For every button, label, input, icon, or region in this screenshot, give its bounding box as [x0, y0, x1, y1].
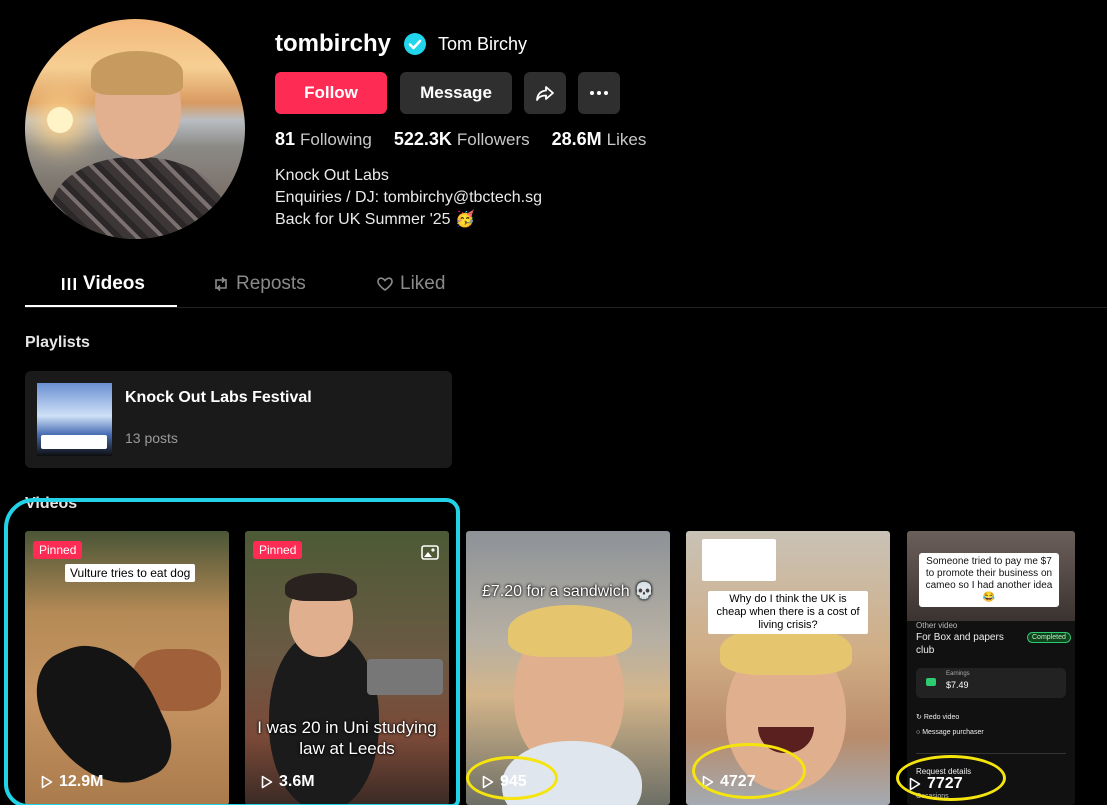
play-icon [41, 775, 53, 789]
grid-icon [62, 278, 76, 290]
occasions-label: Occasions [916, 793, 949, 800]
pinned-badge: Pinned [253, 541, 303, 559]
display-name: Tom Birchy [438, 34, 528, 54]
thumbnail-caption [41, 435, 107, 449]
avatar-hair [91, 51, 183, 95]
video-card[interactable]: Pinned I was 20 in Uni studying law at L… [245, 531, 449, 805]
play-count: 12.9M [41, 773, 103, 791]
divider [916, 753, 1066, 754]
earnings-box: Earnings $7.49 [916, 668, 1066, 698]
video-caption: I was 20 in Uni studying law at Leeds [257, 718, 437, 758]
play-icon [702, 775, 714, 789]
stat-label: Likes [606, 130, 647, 149]
profile-avatar[interactable] [25, 19, 245, 239]
play-icon [909, 777, 921, 791]
money-icon [926, 678, 936, 686]
share-button[interactable] [524, 72, 566, 114]
photo-icon [421, 545, 439, 560]
tab-label: Reposts [236, 273, 306, 294]
stat-followers[interactable]: 522.3K Followers [394, 129, 530, 150]
verified-badge-icon [404, 33, 426, 55]
play-count: 945 [482, 773, 527, 791]
video-card[interactable]: £7.20 for a sandwich 💀 945 [466, 531, 670, 805]
video-card[interactable]: Pinned Vulture tries to eat dog 12.9M [25, 531, 229, 805]
tab-reposts[interactable]: Reposts [212, 273, 306, 295]
follow-button[interactable]: Follow [275, 72, 387, 114]
tab-label: Videos [83, 273, 145, 294]
playlist-title: Knock Out Labs Festival [125, 389, 312, 406]
video-card[interactable]: Someone tried to pay me $7 to promote th… [907, 531, 1075, 805]
profile-bio: Knock Out Labs Enquiries / DJ: tombirchy… [275, 165, 542, 231]
video-title: For Box and papers club [916, 632, 1004, 656]
stat-value: 81 [275, 129, 296, 149]
playlist-post-count: 13 posts [125, 430, 178, 446]
more-options-button[interactable] [578, 72, 620, 114]
playlist-thumbnail [37, 383, 112, 456]
thumbnail-hair [508, 605, 632, 657]
play-count-value: 12.9M [59, 773, 104, 790]
video-caption: £7.20 for a sandwich 💀 [481, 583, 654, 600]
play-count-value: 4727 [720, 773, 756, 790]
message-button[interactable]: Message [400, 72, 512, 114]
completed-badge: Completed [1027, 632, 1071, 643]
stat-value: 522.3K [393, 129, 452, 149]
other-video-label: Other video [916, 621, 958, 630]
thumbnail-hair [285, 573, 357, 601]
stat-likes: 28.6M Likes [552, 129, 647, 150]
avatar-shirt [51, 157, 223, 239]
videos-heading: Videos [25, 495, 78, 512]
video-caption: Why do I think the UK is cheap when ther… [708, 591, 868, 634]
playlist-card[interactable]: Knock Out Labs Festival 13 posts [25, 371, 452, 468]
stat-following[interactable]: 81 Following [275, 129, 372, 150]
video-card[interactable]: Why do I think the UK is cheap when ther… [686, 531, 890, 805]
stat-label: Followers [456, 130, 530, 149]
play-count: 3.6M [261, 773, 315, 791]
play-count-value: 3.6M [279, 773, 315, 790]
play-count: 4727 [702, 773, 756, 791]
profile-stats: 81 Following 522.3K Followers 28.6M Likes [275, 129, 646, 150]
tab-videos[interactable]: Videos [61, 273, 145, 295]
pinned-badge: Pinned [33, 541, 83, 559]
play-icon [482, 775, 494, 789]
bio-line: Enquiries / DJ: tombirchy@tbctech.sg [275, 189, 543, 206]
message-purchaser-row: ○ Message purchaser [916, 729, 984, 736]
message-purchaser-label: Message purchaser [922, 729, 984, 736]
stat-label: Following [300, 130, 372, 149]
stat-value: 28.6M [551, 129, 602, 149]
video-caption: Vulture tries to eat dog [65, 564, 196, 582]
share-icon [536, 86, 554, 101]
play-count: 7727 [909, 775, 963, 793]
video-caption: Someone tried to pay me $7 to promote th… [919, 553, 1059, 607]
play-count-value: 7727 [927, 775, 963, 792]
bio-line: Knock Out Labs [275, 167, 389, 184]
play-icon [261, 775, 273, 789]
playlists-heading: Playlists [25, 334, 90, 351]
tab-label: Liked [400, 273, 446, 294]
thumbnail-grill [367, 659, 443, 695]
profile-tabs: Videos Reposts Liked [25, 268, 1107, 308]
reply-comment-bubble [702, 539, 776, 581]
more-icon [590, 91, 608, 95]
redo-video-row: ↻ Redo video [916, 714, 960, 721]
avatar-sun [47, 107, 73, 133]
earnings-value: $7.49 [946, 680, 969, 690]
active-tab-underline [25, 305, 177, 307]
play-count-value: 945 [500, 773, 527, 790]
heart-icon [377, 277, 393, 291]
redo-video-label: Redo video [923, 714, 960, 721]
tab-liked[interactable]: Liked [376, 273, 445, 295]
username: tombirchy [275, 30, 392, 57]
bio-line: Back for UK Summer '25 🥳 [275, 211, 475, 228]
earnings-label: Earnings [946, 671, 970, 677]
repost-icon [215, 276, 227, 292]
